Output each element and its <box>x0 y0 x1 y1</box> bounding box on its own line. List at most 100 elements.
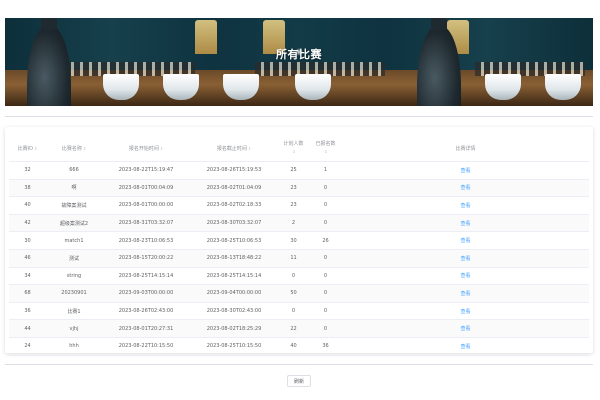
table-cell-registered: 1 <box>309 161 342 180</box>
table-cell-name: 666 <box>46 161 102 180</box>
table-row: 30 match1 2023-08-23T10:06:53 2023-08-25T10… <box>9 231 589 250</box>
page-title: 所有比赛 <box>276 48 322 61</box>
table-cell-name: vjhj <box>46 319 102 338</box>
table-cell-end: 2023-08-02T18:25:29 <box>190 319 278 338</box>
table-cell-end: 2023-08-25T10:15:50 <box>190 337 278 356</box>
table-cell-id: 68 <box>9 284 46 303</box>
table-row: 34 string 2023-08-25T14:15:14 2023-08-25T14… <box>9 267 589 286</box>
view-detail-link[interactable]: 查看 <box>342 267 589 286</box>
table-cell-end: 2023-08-30T02:43:00 <box>190 302 278 321</box>
table-cell-start: 2023-08-26T02:43:00 <box>102 302 190 321</box>
column-header-start-time[interactable]: 报名开始时间⇕ <box>102 135 190 162</box>
table-cell-name: 啊 <box>46 179 102 198</box>
competition-table-card: 比赛ID⇕ 比赛名称⇕ 报名开始时间⇕ 报名截止时间⇕ 计划人数 ⇕ 已报名数 ⇕ … <box>5 127 593 356</box>
table-cell-name: 比赛1 <box>46 302 102 321</box>
view-detail-link[interactable]: 查看 <box>342 319 589 338</box>
table-cell-registered: 0 <box>309 284 342 303</box>
view-detail-link[interactable]: 查看 <box>342 302 589 321</box>
column-header-end-time[interactable]: 报名截止时间⇕ <box>190 135 278 162</box>
table-row: 68 20230901 2023-09-03T00:00:00 2023-09-04T… <box>9 284 589 303</box>
table-cell-end: 2023-08-26T15:19:53 <box>190 161 278 180</box>
table-cell-start: 2023-08-22T15:19:47 <box>102 161 190 180</box>
table-row: 36 比赛1 2023-08-26T02:43:00 2023-08-30T02:43… <box>9 302 589 321</box>
column-header-registered[interactable]: 已报名数 ⇕ <box>309 135 342 162</box>
table-cell-registered: 36 <box>309 337 342 356</box>
table-cell-id: 40 <box>9 196 46 215</box>
divider <box>5 116 593 117</box>
sort-icon[interactable]: ⇕ <box>324 149 327 154</box>
table-cell-id: 34 <box>9 267 46 286</box>
view-detail-link[interactable]: 查看 <box>342 161 589 180</box>
column-header-id[interactable]: 比赛ID⇕ <box>9 135 46 162</box>
divider <box>5 364 593 365</box>
table-cell-start: 2023-08-01T20:27:31 <box>102 319 190 338</box>
table-row: 38 啊 2023-08-01T00:04:09 2023-08-02T01:04:0… <box>9 179 589 198</box>
table-cell-id: 42 <box>9 214 46 233</box>
table-cell-id: 44 <box>9 319 46 338</box>
view-detail-link[interactable]: 查看 <box>342 249 589 268</box>
table-row: 42 超级案测试2 2023-08-31T03:32:07 2023-08-30T03… <box>9 214 589 233</box>
table-cell-start: 2023-08-01T00:04:09 <box>102 179 190 198</box>
table-cell-end: 2023-08-30T03:32:07 <box>190 214 278 233</box>
table-row: 46 测试 2023-08-15T20:00:22 2023-08-13T18:48:… <box>9 249 589 268</box>
table-cell-end: 2023-08-25T14:15:14 <box>190 267 278 286</box>
table-cell-start: 2023-08-31T03:32:07 <box>102 214 190 233</box>
table-cell-registered: 0 <box>309 214 342 233</box>
sort-icon[interactable]: ⇕ <box>83 146 86 151</box>
sort-icon[interactable]: ⇕ <box>292 149 295 154</box>
table-cell-planned: 11 <box>278 249 309 268</box>
view-detail-link[interactable]: 查看 <box>342 196 589 215</box>
view-detail-link[interactable]: 查看 <box>342 337 589 356</box>
refresh-button[interactable]: 刷新 <box>287 375 311 387</box>
table-cell-registered: 0 <box>309 179 342 198</box>
view-detail-link[interactable]: 查看 <box>342 179 589 198</box>
column-header-name[interactable]: 比赛名称⇕ <box>46 135 102 162</box>
table-cell-start: 2023-08-23T10:06:53 <box>102 231 190 250</box>
table-cell-name: 超级案测试2 <box>46 214 102 233</box>
sort-icon[interactable]: ⇕ <box>248 146 251 151</box>
table-cell-start: 2023-08-01T00:00:00 <box>102 196 190 215</box>
table-cell-registered: 0 <box>309 196 342 215</box>
view-detail-link[interactable]: 查看 <box>342 214 589 233</box>
table-cell-name: string <box>46 267 102 286</box>
column-header-planned[interactable]: 计划人数 ⇕ <box>278 135 309 162</box>
table-cell-planned: 22 <box>278 319 309 338</box>
table-cell-name: 测试 <box>46 249 102 268</box>
table-cell-planned: 50 <box>278 284 309 303</box>
competition-table: 比赛ID⇕ 比赛名称⇕ 报名开始时间⇕ 报名截止时间⇕ 计划人数 ⇕ 已报名数 ⇕ … <box>9 135 589 356</box>
view-detail-link[interactable]: 查看 <box>342 231 589 250</box>
table-cell-name: 20230901 <box>46 284 102 303</box>
table-cell-id: 46 <box>9 249 46 268</box>
table-cell-end: 2023-08-02T01:04:09 <box>190 179 278 198</box>
table-cell-planned: 25 <box>278 161 309 180</box>
table-cell-registered: 0 <box>309 249 342 268</box>
table-cell-name: match1 <box>46 231 102 250</box>
sort-icon[interactable]: ⇕ <box>34 146 37 151</box>
sort-icon[interactable]: ⇕ <box>160 146 163 151</box>
table-header-row: 比赛ID⇕ 比赛名称⇕ 报名开始时间⇕ 报名截止时间⇕ 计划人数 ⇕ 已报名数 ⇕ … <box>9 135 589 162</box>
table-cell-id: 38 <box>9 179 46 198</box>
table-row: 44 vjhj 2023-08-01T20:27:31 2023-08-02T18:2… <box>9 319 589 338</box>
table-cell-registered: 26 <box>309 231 342 250</box>
table-cell-end: 2023-09-04T00:00:00 <box>190 284 278 303</box>
table-cell-name: hhh <box>46 337 102 356</box>
banner-image: 所有比赛 <box>5 18 593 106</box>
table-cell-end: 2023-08-25T10:06:53 <box>190 231 278 250</box>
table-cell-registered: 0 <box>309 302 342 321</box>
table-cell-id: 30 <box>9 231 46 250</box>
table-cell-planned: 0 <box>278 302 309 321</box>
column-header-detail: 比赛详情 <box>342 135 589 162</box>
table-cell-registered: 0 <box>309 267 342 286</box>
table-cell-planned: 23 <box>278 179 309 198</box>
view-detail-link[interactable]: 查看 <box>342 284 589 303</box>
table-cell-start: 2023-08-25T14:15:14 <box>102 267 190 286</box>
table-cell-id: 36 <box>9 302 46 321</box>
table-cell-planned: 30 <box>278 231 309 250</box>
table-cell-planned: 0 <box>278 267 309 286</box>
banner-vase-decoration <box>27 18 71 106</box>
table-cell-planned: 23 <box>278 196 309 215</box>
table-row: 40 故障案测试 2023-08-01T00:00:00 2023-08-02T02:… <box>9 196 589 215</box>
table-cell-id: 32 <box>9 161 46 180</box>
table-cell-start: 2023-08-15T20:00:22 <box>102 249 190 268</box>
table-cell-start: 2023-09-03T00:00:00 <box>102 284 190 303</box>
